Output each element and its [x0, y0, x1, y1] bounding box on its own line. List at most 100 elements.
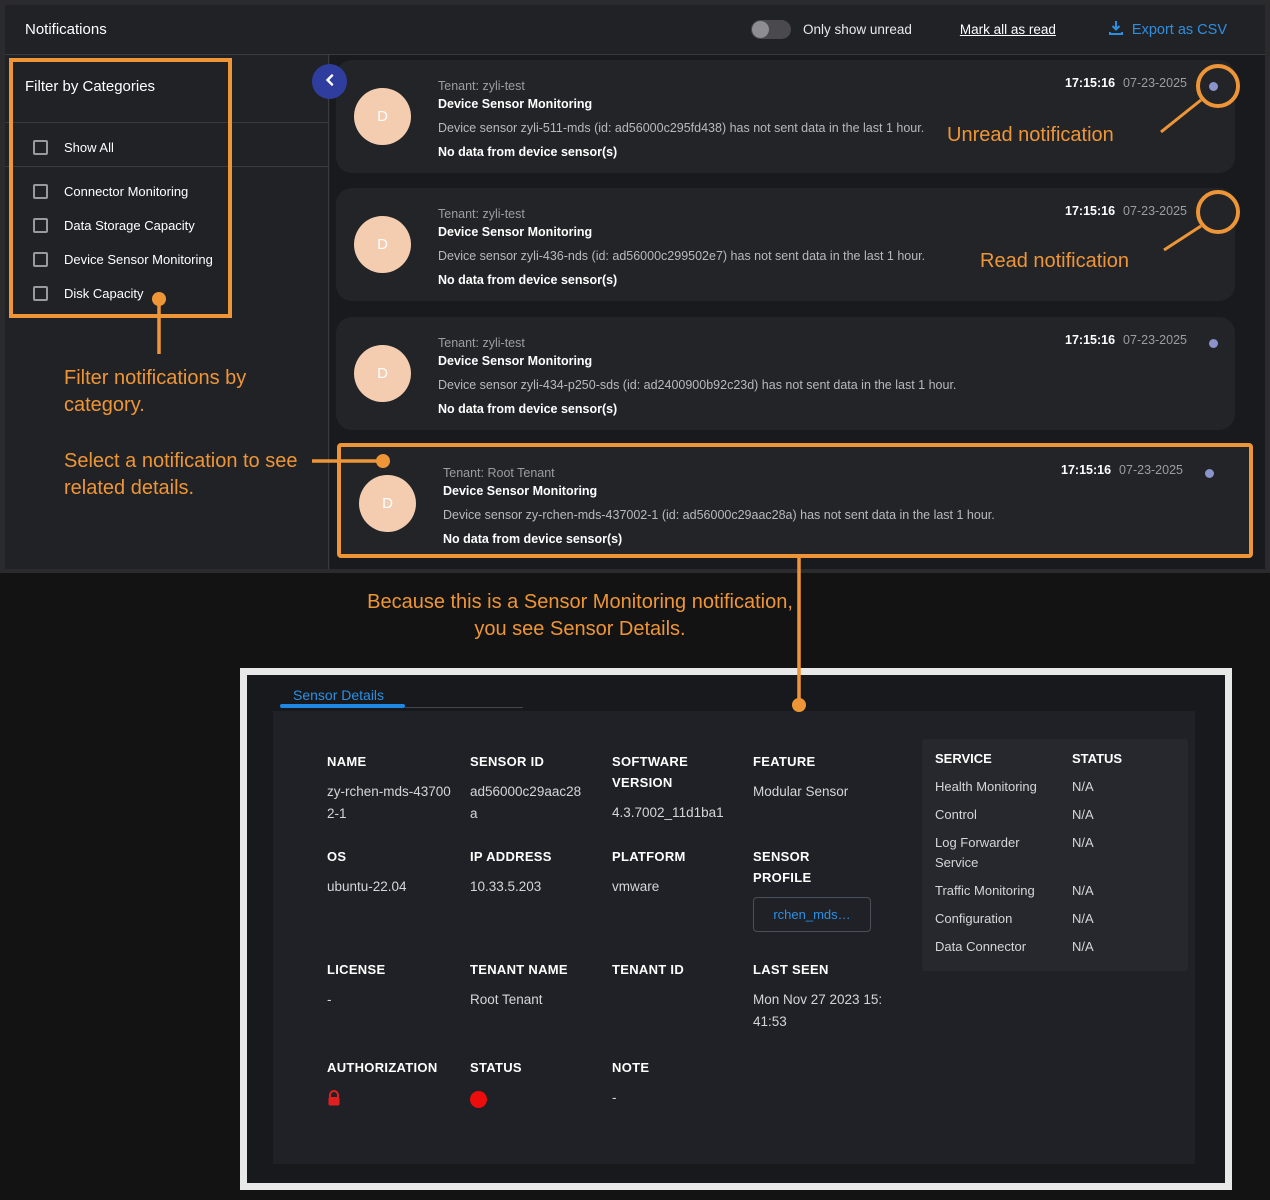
category-label: Disk Capacity [64, 286, 143, 301]
only-show-unread-toggle[interactable] [751, 20, 791, 39]
service-status-table: SERVICE STATUS Health Monitoring N/A Con… [922, 739, 1188, 971]
service-column-header: SERVICE [935, 749, 1060, 769]
toggle-knob [752, 21, 769, 38]
field-label: SOFTWARE VERSION [612, 751, 710, 793]
field-label: NAME [327, 751, 457, 772]
avatar: D [359, 475, 416, 532]
service-name: Control [935, 805, 1060, 825]
service-name: Health Monitoring [935, 777, 1060, 797]
notification-category: Device Sensor Monitoring [438, 225, 1215, 239]
field-label: PLATFORM [612, 846, 732, 867]
service-row: Configuration N/A [935, 909, 1188, 929]
notification-category: Device Sensor Monitoring [443, 484, 1229, 498]
service-name: Configuration [935, 909, 1060, 929]
filter-title: Filter by Categories [25, 78, 155, 95]
notification-date: 07-23-2025 [1119, 463, 1183, 477]
service-status: N/A [1072, 833, 1094, 873]
page: Notifications Only show unread Mark all … [0, 0, 1270, 1200]
filter-data-storage-capacity[interactable]: Data Storage Capacity [33, 214, 195, 236]
header-controls: Only show unread Mark all as read Export… [751, 20, 1227, 40]
field-label: AUTHORIZATION [327, 1057, 467, 1078]
filter-disk-capacity[interactable]: Disk Capacity [33, 282, 143, 304]
annotation-read-notification: Read notification [980, 248, 1200, 275]
field-label: FEATURE [753, 751, 893, 772]
notification-category: Device Sensor Monitoring [438, 354, 1215, 368]
export-csv-button[interactable]: Export as CSV [1108, 20, 1227, 40]
notification-row-4-selected[interactable]: D Tenant: Root Tenant Device Sensor Moni… [337, 443, 1253, 558]
show-all-checkbox[interactable] [33, 140, 48, 155]
field-label: TENANT ID [612, 959, 732, 980]
field-platform: PLATFORM vmware [612, 846, 732, 898]
service-name: Traffic Monitoring [935, 881, 1060, 901]
notification-timestamp: 17:15:16 07-23-2025 [1065, 76, 1187, 90]
field-label: LICENSE [327, 959, 457, 980]
field-license: LICENSE - [327, 959, 457, 1011]
notification-row-3[interactable]: D Tenant: zyli-test Device Sensor Monito… [336, 317, 1235, 430]
annotation-sensor-details: Because this is a Sensor Monitoring noti… [350, 589, 810, 643]
field-label: SENSOR ID [470, 751, 588, 772]
field-status: STATUS [470, 1057, 590, 1108]
service-status: N/A [1072, 937, 1094, 957]
field-sensor-profile: SENSOR PROFILE [753, 846, 838, 888]
notification-text: Tenant: Root Tenant Device Sensor Monito… [443, 466, 1229, 546]
lock-icon [327, 1090, 467, 1112]
avatar: D [354, 88, 411, 145]
notification-date: 07-23-2025 [1123, 204, 1187, 218]
field-value: vmware [612, 876, 732, 898]
chevron-left-icon [324, 73, 336, 91]
field-feature: FEATURE Modular Sensor [753, 751, 893, 803]
field-value: ubuntu-22.04 [327, 876, 457, 898]
notification-category: Device Sensor Monitoring [438, 97, 1215, 111]
notification-message: Device sensor zy-rchen-mds-437002-1 (id:… [443, 508, 1229, 522]
device-sensor-monitoring-checkbox[interactable] [33, 252, 48, 267]
sensor-details-content: NAME zy-rchen-mds-437002-1 SENSOR ID ad5… [273, 711, 1195, 1164]
category-label: Device Sensor Monitoring [64, 252, 213, 267]
category-label: Data Storage Capacity [64, 218, 195, 233]
service-name: Data Connector [935, 937, 1060, 957]
field-name: NAME zy-rchen-mds-437002-1 [327, 751, 457, 825]
service-row: Health Monitoring N/A [935, 777, 1188, 797]
service-status: N/A [1072, 777, 1094, 797]
notification-time: 17:15:16 [1061, 463, 1111, 477]
sensor-details-panel: Sensor Details NAME zy-rchen-mds-437002-… [240, 668, 1232, 1190]
notification-timestamp: 17:15:16 07-23-2025 [1065, 204, 1187, 218]
tab-strip-line [405, 707, 523, 708]
field-value: 4.3.7002_11d1ba1 [612, 802, 710, 824]
service-status: N/A [1072, 881, 1094, 901]
service-row: Data Connector N/A [935, 937, 1188, 957]
disk-capacity-checkbox[interactable] [33, 286, 48, 301]
notification-summary: No data from device sensor(s) [438, 273, 1215, 287]
data-storage-capacity-checkbox[interactable] [33, 218, 48, 233]
notification-summary: No data from device sensor(s) [443, 532, 1229, 546]
notification-row-2[interactable]: D Tenant: zyli-test Device Sensor Monito… [336, 188, 1235, 301]
annotation-select-notification: Select a notification to see related det… [64, 448, 314, 502]
filter-connector-monitoring[interactable]: Connector Monitoring [33, 180, 188, 202]
filter-show-all[interactable]: Show All [33, 136, 114, 158]
unread-indicator-dot [1209, 339, 1218, 348]
field-software-version: SOFTWARE VERSION 4.3.7002_11d1ba1 [612, 751, 710, 824]
avatar: D [354, 345, 411, 402]
field-label: TENANT NAME [470, 959, 600, 980]
notification-text: Tenant: zyli-test Device Sensor Monitori… [438, 207, 1215, 287]
field-label: SENSOR PROFILE [753, 846, 838, 888]
filter-device-sensor-monitoring[interactable]: Device Sensor Monitoring [33, 248, 213, 270]
annotation-filter-by-category: Filter notifications by category. [64, 365, 264, 419]
page-title: Notifications [25, 21, 107, 38]
notification-timestamp: 17:15:16 07-23-2025 [1065, 333, 1187, 347]
notification-message: Device sensor zyli-434-p250-sds (id: ad2… [438, 378, 1215, 392]
field-value: zy-rchen-mds-437002-1 [327, 781, 457, 825]
field-label: IP ADDRESS [470, 846, 600, 867]
notification-row-1[interactable]: D Tenant: zyli-test Device Sensor Monito… [336, 60, 1235, 173]
field-last-seen: LAST SEEN Mon Nov 27 2023 15:41:53 [753, 959, 885, 1033]
connector-monitoring-checkbox[interactable] [33, 184, 48, 199]
mark-all-as-read-link[interactable]: Mark all as read [960, 22, 1056, 37]
field-tenant-name: TENANT NAME Root Tenant [470, 959, 600, 1011]
sensor-profile-link[interactable]: rchen_mds… [753, 897, 871, 932]
divider [5, 166, 328, 167]
tab-sensor-details[interactable]: Sensor Details [293, 687, 384, 703]
field-authorization: AUTHORIZATION [327, 1057, 467, 1112]
field-value: - [327, 989, 457, 1011]
field-value: 10.33.5.203 [470, 876, 600, 898]
field-value: ad56000c29aac28a [470, 781, 588, 825]
collapse-sidebar-button[interactable] [312, 64, 347, 99]
